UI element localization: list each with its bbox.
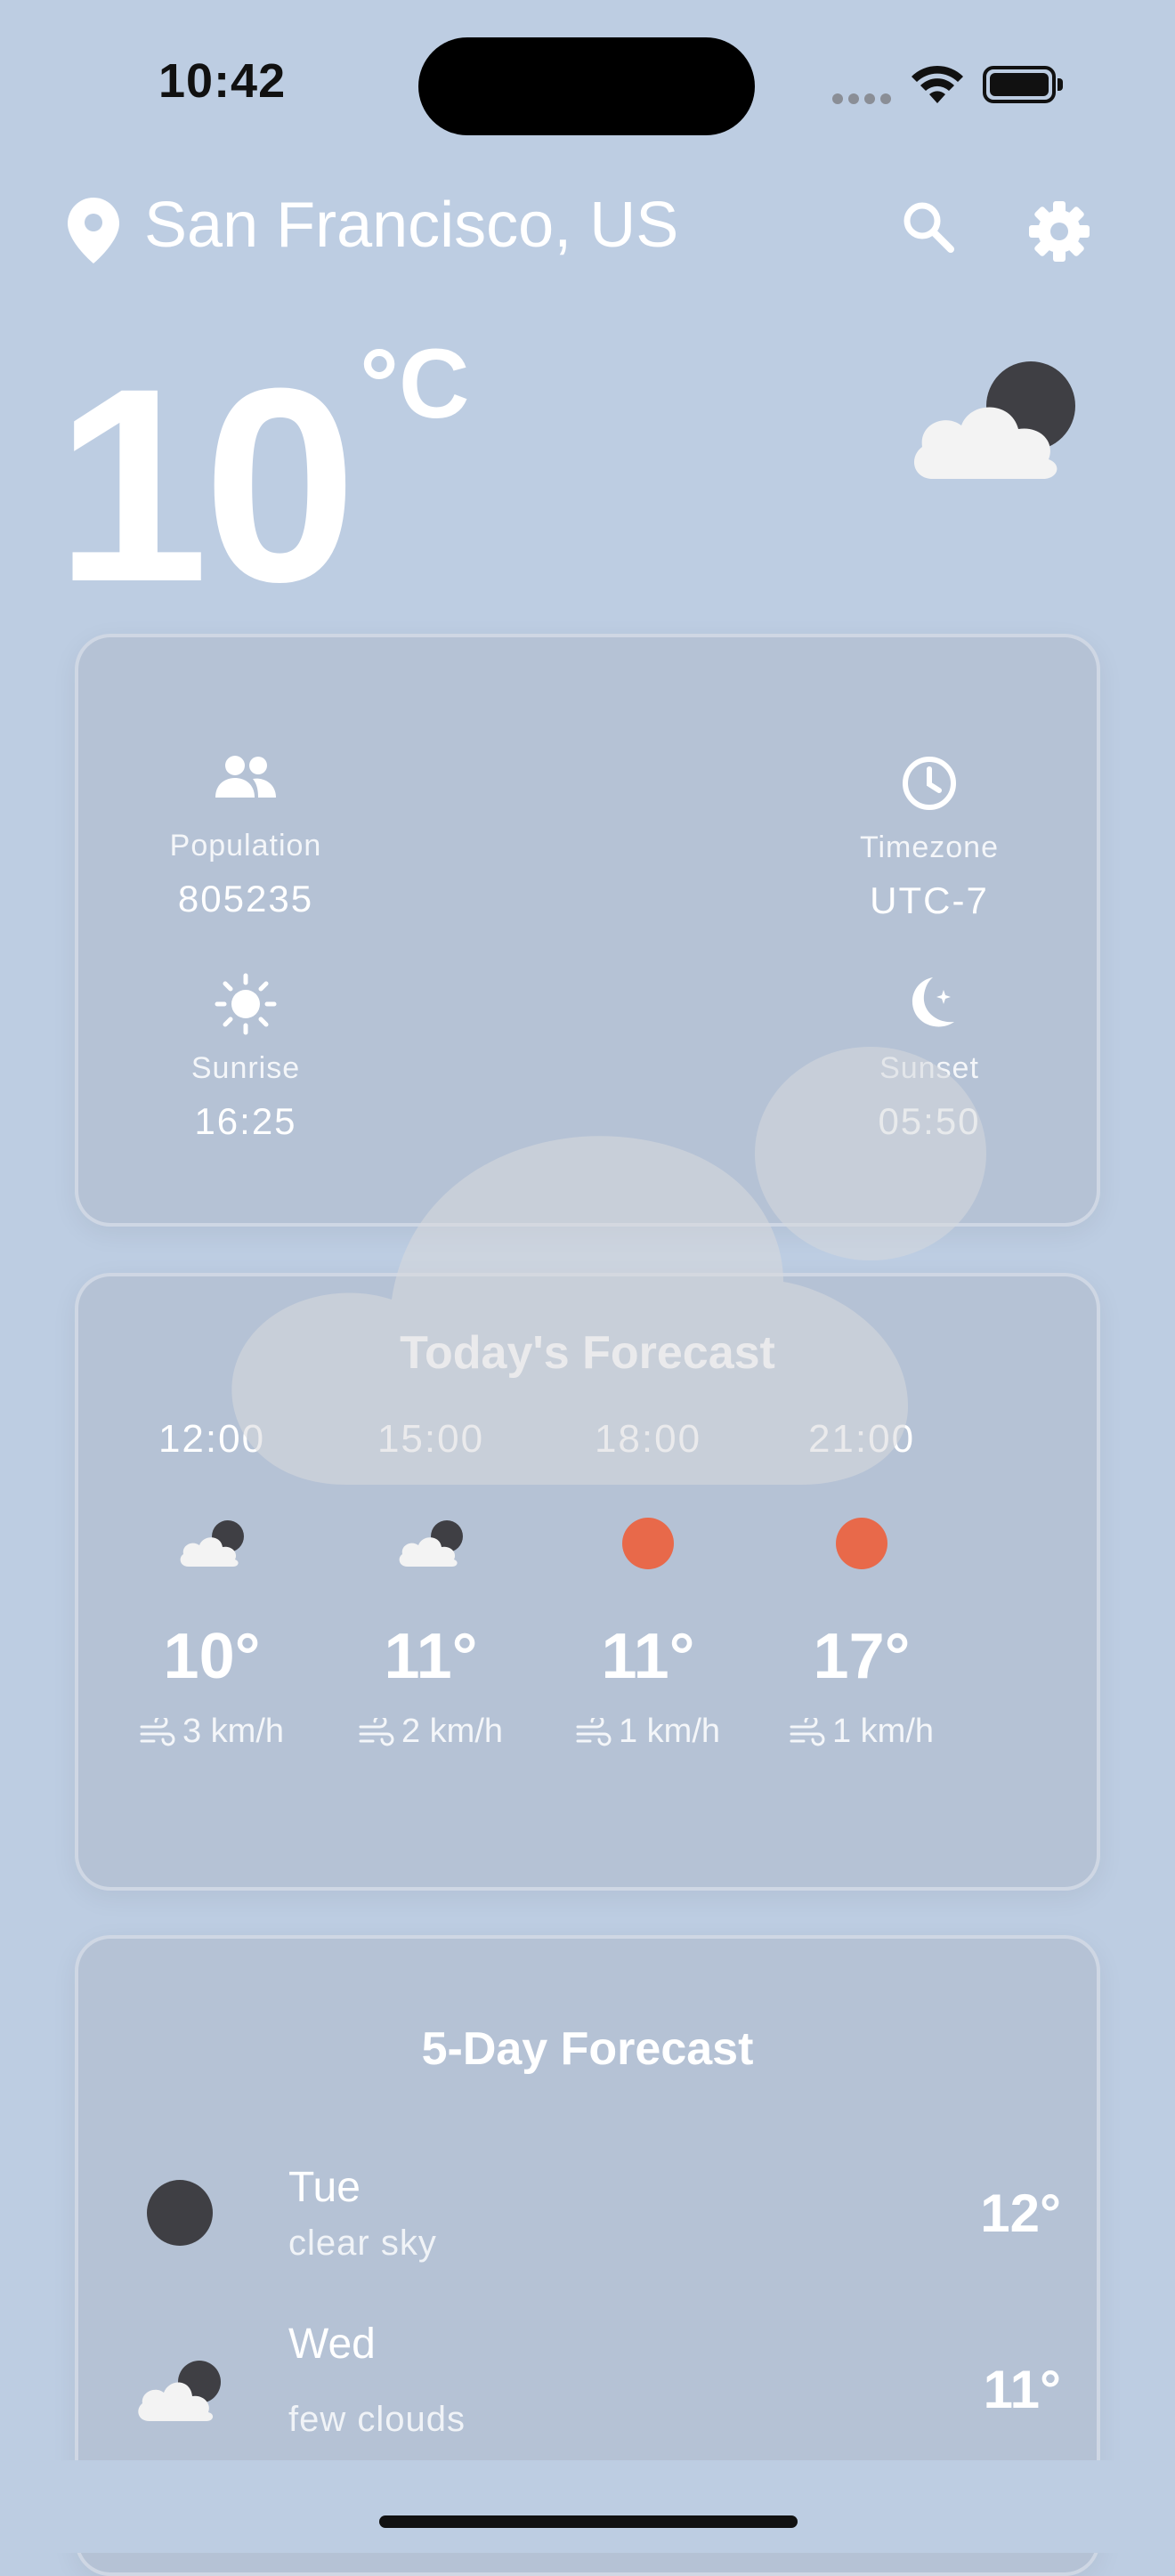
location-title[interactable]: San Francisco, US: [144, 189, 678, 262]
daily-forecast-row[interactable]: Wed few clouds 11°: [75, 2321, 1100, 2482]
hour-time: 12:00: [158, 1417, 266, 1461]
day-temperature: 11°: [983, 2360, 1061, 2419]
timezone-cell: Timezone UTC-7: [796, 755, 1063, 922]
settings-button[interactable]: [1025, 198, 1093, 265]
sunset-label: Sunset: [879, 1051, 979, 1085]
hourly-forecast-item: 15:00 11° 2 km/h: [333, 1417, 529, 1751]
wind-speed: 3 km/h: [182, 1713, 285, 1750]
sunrise-label: Sunrise: [190, 1051, 301, 1085]
dynamic-island: [418, 37, 755, 135]
hour-time: 21:00: [807, 1417, 916, 1461]
sunrise-cell: Sunrise 16:25: [112, 972, 379, 1143]
hour-temperature: 11°: [384, 1621, 478, 1692]
partly-cloudy-night-icon: [906, 360, 1084, 489]
hour-wind: 3 km/h: [114, 1713, 310, 1751]
wind-icon: [576, 1717, 612, 1746]
sunrise-value: 16:25: [194, 1100, 297, 1142]
hour-wind: 2 km/h: [333, 1713, 529, 1751]
gear-icon: [1029, 201, 1090, 262]
moon-icon: [796, 972, 1063, 1041]
timezone-label: Timezone: [859, 830, 1000, 864]
day-description: clear sky: [288, 2224, 437, 2263]
hourly-forecast-item: 18:00 11° 1 km/h: [550, 1417, 746, 1751]
wind-speed: 1 km/h: [831, 1713, 935, 1750]
day-description: few clouds: [288, 2400, 466, 2439]
sunset-value: 05:50: [878, 1100, 981, 1142]
partly-cloudy-night-icon: [134, 2359, 224, 2427]
bottom-safe-area: [0, 2460, 1175, 2553]
todays-forecast-title: Today's Forecast: [400, 1327, 775, 1379]
clear-night-icon: [146, 2179, 214, 2251]
hour-wind: 1 km/h: [764, 1713, 960, 1751]
day-name: Tue: [288, 2164, 361, 2211]
current-temperature: 10: [55, 330, 357, 639]
hour-temperature: 10°: [163, 1621, 261, 1692]
temperature-unit: °C: [360, 329, 470, 439]
daily-forecast-row[interactable]: Tue clear sky 12°: [75, 2145, 1100, 2305]
partly-cloudy-night-icon: [333, 1508, 529, 1579]
population-value: 805235: [177, 878, 314, 919]
hourly-forecast-item: 12:00 10° 3 km/h: [114, 1417, 310, 1751]
wind-speed: 2 km/h: [401, 1713, 504, 1750]
wind-speed: 1 km/h: [618, 1713, 721, 1750]
people-icon: [112, 755, 379, 804]
battery-icon: [983, 66, 1063, 103]
hour-wind: 1 km/h: [550, 1713, 746, 1751]
day-temperature: 12°: [980, 2183, 1061, 2243]
wind-icon: [790, 1717, 825, 1746]
wifi-icon: [910, 64, 965, 111]
hour-time: 15:00: [377, 1417, 485, 1461]
clock-icon: [796, 755, 1063, 816]
timezone-value: UTC-7: [870, 879, 989, 921]
sun-icon: [550, 1508, 746, 1579]
hourly-forecast-item: 21:00 17° 1 km/h: [764, 1417, 960, 1751]
search-icon: [904, 202, 954, 253]
five-day-forecast-title: 5-Day Forecast: [421, 2023, 754, 2075]
hour-temperature: 11°: [601, 1621, 695, 1692]
status-time: 10:42: [158, 54, 287, 108]
wind-icon: [359, 1717, 394, 1746]
day-name: Wed: [288, 2321, 376, 2368]
sun-icon: [112, 972, 379, 1041]
partly-cloudy-night-icon: [114, 1508, 310, 1579]
population-cell: Population 805235: [112, 755, 379, 920]
hour-temperature: 17°: [813, 1621, 911, 1692]
population-label: Population: [169, 829, 322, 863]
search-button[interactable]: [899, 198, 961, 260]
home-indicator[interactable]: [379, 2515, 798, 2528]
sunset-cell: Sunset 05:50: [796, 972, 1063, 1143]
hour-time: 18:00: [594, 1417, 702, 1461]
wind-icon: [140, 1717, 175, 1746]
location-pin-icon: [68, 198, 119, 268]
cellular-signal-icon: [832, 93, 896, 109]
sun-icon: [764, 1508, 960, 1579]
